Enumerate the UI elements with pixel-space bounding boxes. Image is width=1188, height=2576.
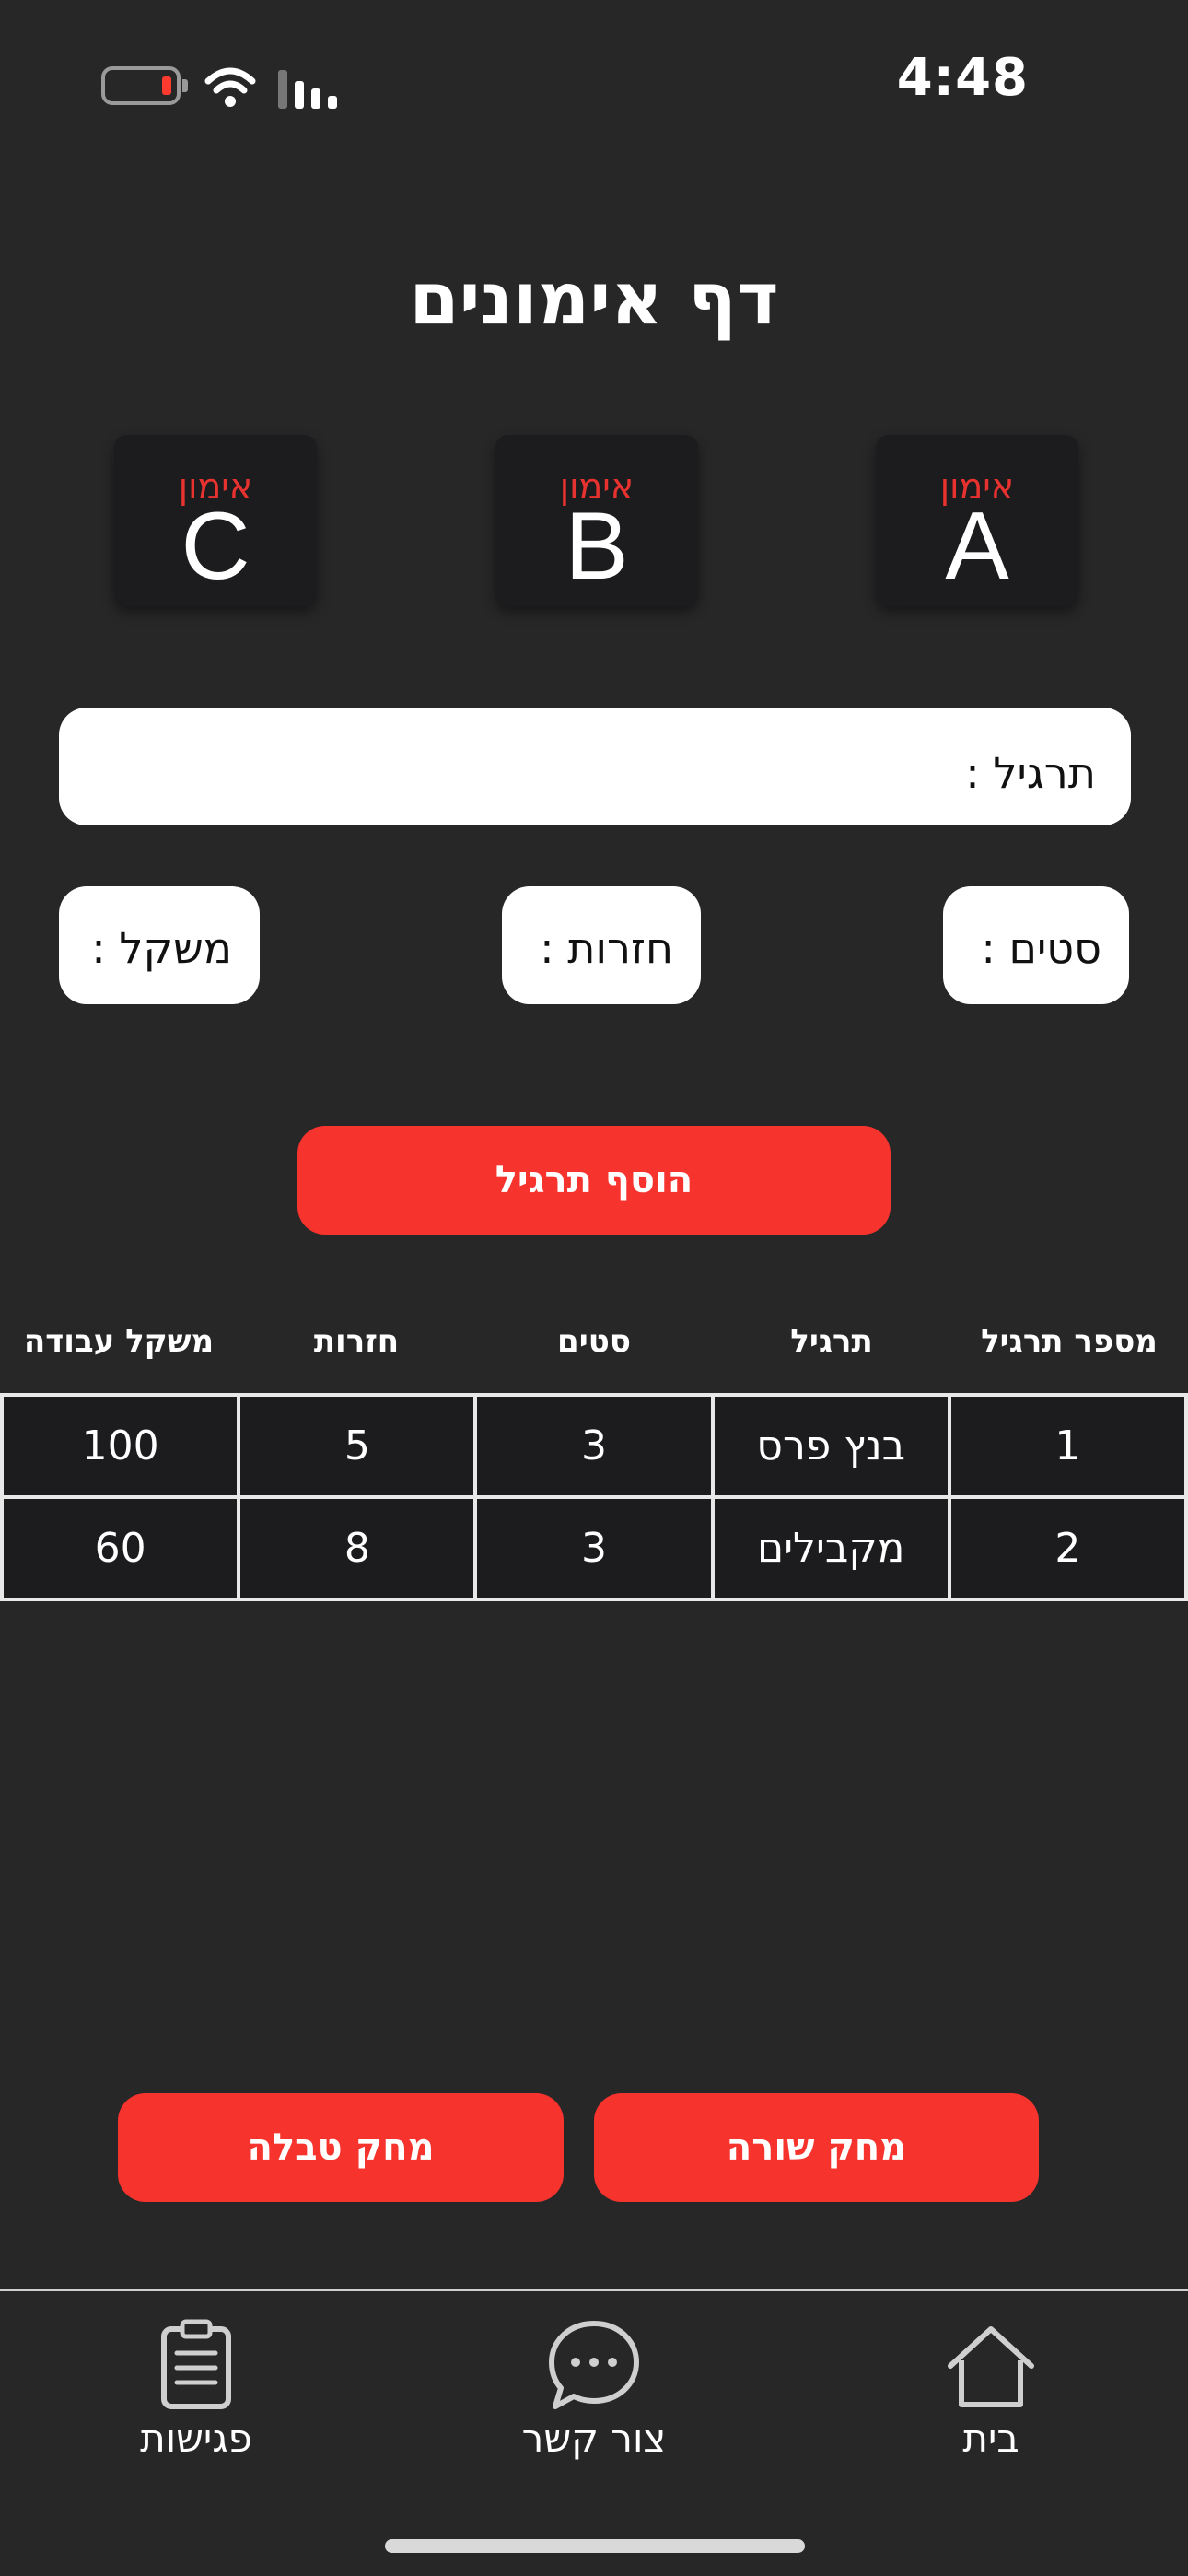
weight-input[interactable]: משקל :: [59, 886, 260, 1004]
cell-weight: 60: [0, 1495, 241, 1601]
battery-icon: [101, 66, 188, 105]
delete-table-button[interactable]: מחק טבלה: [118, 2093, 564, 2202]
exercise-input[interactable]: תרגיל :: [59, 708, 1131, 825]
column-header-exercise: תרגיל: [790, 1323, 873, 1360]
tab-bar-divider: [0, 2289, 1188, 2291]
home-icon: [948, 2326, 1034, 2407]
exercise-table: 1 בנץ פרס 3 5 100 2 מקבילים 3 8 60: [0, 1393, 1188, 1601]
cell-reps: 8: [237, 1495, 478, 1601]
workout-card-letter: A: [945, 493, 1009, 600]
reps-input[interactable]: חזרות :: [502, 886, 701, 1004]
delete-row-button[interactable]: מחק שורה: [594, 2093, 1039, 2202]
weight-input-label: משקל :: [91, 923, 232, 973]
workout-card-letter: B: [565, 493, 629, 600]
workout-card-letter: C: [181, 493, 250, 600]
column-header-working-weight: משקל עבודה: [23, 1323, 215, 1360]
cell-exercise: מקבילים: [710, 1495, 951, 1601]
workout-card-b[interactable]: אימון B: [495, 435, 698, 606]
tab-meetings-label: פגישות: [140, 2416, 252, 2461]
cell-exercise-number: 1: [947, 1393, 1188, 1499]
exercise-input-label: תרגיל :: [965, 748, 1096, 798]
cell-exercise: בנץ פרס: [710, 1393, 951, 1499]
cellular-signal-icon: [278, 70, 343, 109]
cell-reps: 5: [237, 1393, 478, 1499]
add-exercise-button[interactable]: הוסף תרגיל: [297, 1126, 891, 1235]
page-title: דף אימונים: [409, 258, 779, 341]
sets-input-label: סטים :: [981, 923, 1101, 973]
workout-card-a[interactable]: אימון A: [876, 435, 1078, 606]
tab-home[interactable]: בית: [853, 2324, 1129, 2461]
cell-exercise-number: 2: [947, 1495, 1188, 1601]
column-header-sets: סטים: [557, 1323, 631, 1360]
sets-input[interactable]: סטים :: [943, 886, 1129, 1004]
table-row[interactable]: 2 מקבילים 3 8 60: [0, 1495, 1188, 1601]
wifi-icon: [204, 67, 256, 107]
chat-bubble-icon: [549, 2321, 639, 2409]
column-header-exercise-number: מספר תרגיל: [981, 1323, 1158, 1360]
tab-meetings[interactable]: פגישות: [58, 2318, 334, 2461]
cell-weight: 100: [0, 1393, 241, 1499]
cell-sets: 3: [473, 1393, 715, 1499]
tab-contact[interactable]: צור קשר: [456, 2318, 732, 2461]
workout-card-c[interactable]: אימון C: [114, 435, 317, 606]
reps-input-label: חזרות :: [540, 923, 673, 973]
column-header-reps: חזרות: [313, 1323, 400, 1360]
cell-sets: 3: [473, 1495, 715, 1601]
tab-contact-label: צור קשר: [521, 2416, 667, 2461]
table-row[interactable]: 1 בנץ פרס 3 5 100: [0, 1393, 1188, 1499]
tab-home-label: בית: [962, 2416, 1019, 2461]
clipboard-icon: [161, 2319, 231, 2409]
status-time: 4:48: [896, 48, 1029, 108]
home-indicator[interactable]: [385, 2539, 805, 2553]
